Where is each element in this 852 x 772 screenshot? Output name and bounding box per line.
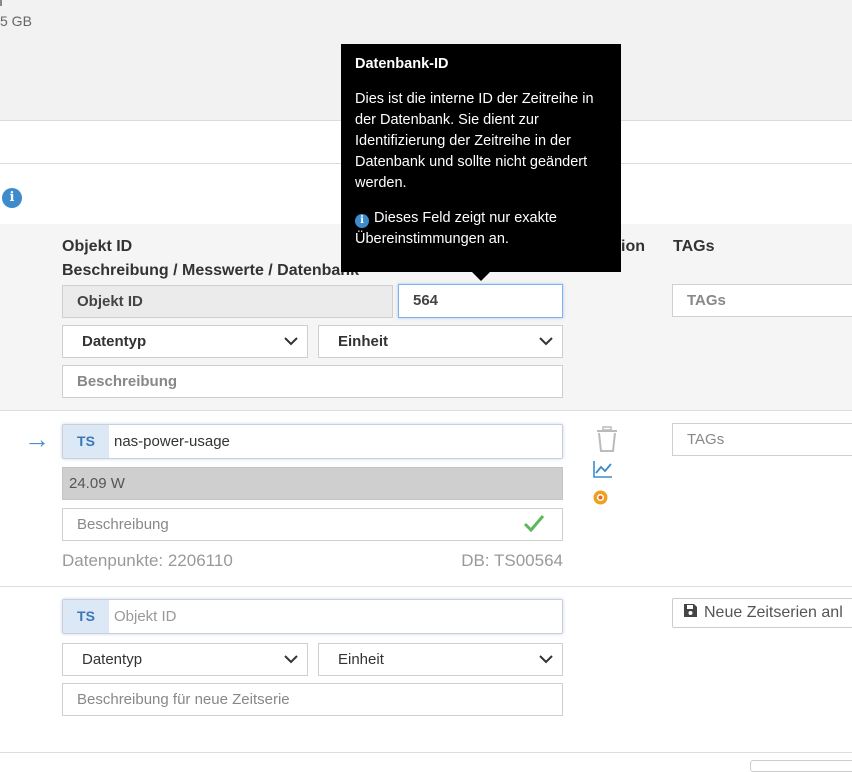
check-icon <box>523 515 545 533</box>
floppy-disk-icon <box>684 604 697 618</box>
tags-filter-input[interactable]: TAGs <box>672 284 852 317</box>
info-icon: i <box>355 214 369 228</box>
save-new-series-button[interactable]: Neue Zeitserien anl <box>672 598 852 628</box>
tooltip-note-text: Dieses Feld zeigt nur exakte Übereinstim… <box>355 210 557 247</box>
objekt-id-filter[interactable]: Objekt ID <box>62 285 393 318</box>
top-tick <box>0 0 2 6</box>
new-datentyp-value: Datentyp <box>82 651 143 668</box>
new-einheit-value: Einheit <box>338 651 384 668</box>
tooltip-title: Datenbank-ID <box>355 56 449 72</box>
chevron-down-icon <box>539 655 553 664</box>
datentyp-filter-select[interactable]: Datentyp <box>62 325 308 358</box>
chevron-down-icon <box>284 337 298 346</box>
new-beschreibung-input[interactable]: Beschreibung für neue Zeitserie <box>62 683 563 716</box>
db-id-filter-input[interactable]: 564 <box>398 284 563 318</box>
datentyp-filter-value: Datentyp <box>82 333 147 350</box>
einheit-filter-select[interactable]: Einheit <box>318 325 563 358</box>
chevron-down-icon <box>539 337 553 346</box>
header-aktion: ion <box>621 238 645 255</box>
chart-line-icon[interactable] <box>593 459 613 479</box>
bottom-divider <box>0 752 852 753</box>
ts-beschreibung-input[interactable]: Beschreibung <box>62 508 563 541</box>
header-beschreibung: Beschreibung / Messwerte / Datenbank <box>62 262 359 279</box>
ts-badge: TS <box>63 425 109 458</box>
tooltip-body: Dies ist die interne ID der Zeitreihe in… <box>355 91 594 191</box>
new-objekt-id-placeholder: Objekt ID <box>114 608 177 625</box>
beschreibung-filter-input[interactable]: Beschreibung <box>62 365 563 398</box>
disk-size-text: 5 GB <box>0 13 32 29</box>
ts-tags-input[interactable]: TAGs <box>672 423 852 456</box>
ts-badge: TS <box>63 600 109 633</box>
trash-icon[interactable] <box>595 426 619 452</box>
einheit-filter-value: Einheit <box>338 333 389 350</box>
new-objekt-id-field[interactable]: TS Objekt ID <box>62 599 563 634</box>
datenpunkte-count: Datenpunkte: 2206110 <box>62 551 233 570</box>
new-datentyp-select[interactable]: Datentyp <box>62 643 308 676</box>
header-objekt-id: Objekt ID <box>62 238 133 255</box>
grafana-icon[interactable] <box>592 489 609 506</box>
new-einheit-select[interactable]: Einheit <box>318 643 563 676</box>
arrow-right-icon: → <box>24 424 50 454</box>
bottom-control[interactable] <box>750 760 852 772</box>
current-value-display: 24.09 W <box>62 467 563 500</box>
tooltip-arrow <box>472 272 490 281</box>
tooltip-note: i Dieses Feld zeigt nur exakte Übereinsti… <box>355 208 607 250</box>
ts-name-field[interactable]: TS nas-power-usage <box>62 424 563 459</box>
db-id-label: DB: TS00564 <box>461 551 563 570</box>
info-icon[interactable]: i <box>2 188 22 208</box>
save-button-label: Neue Zeitserien anl <box>704 604 843 621</box>
header-tags: TAGs <box>673 238 715 255</box>
db-id-tooltip: Datenbank-ID Dies ist die interne ID der… <box>341 44 621 272</box>
ts-name-value: nas-power-usage <box>114 433 230 450</box>
chevron-down-icon <box>284 655 298 664</box>
